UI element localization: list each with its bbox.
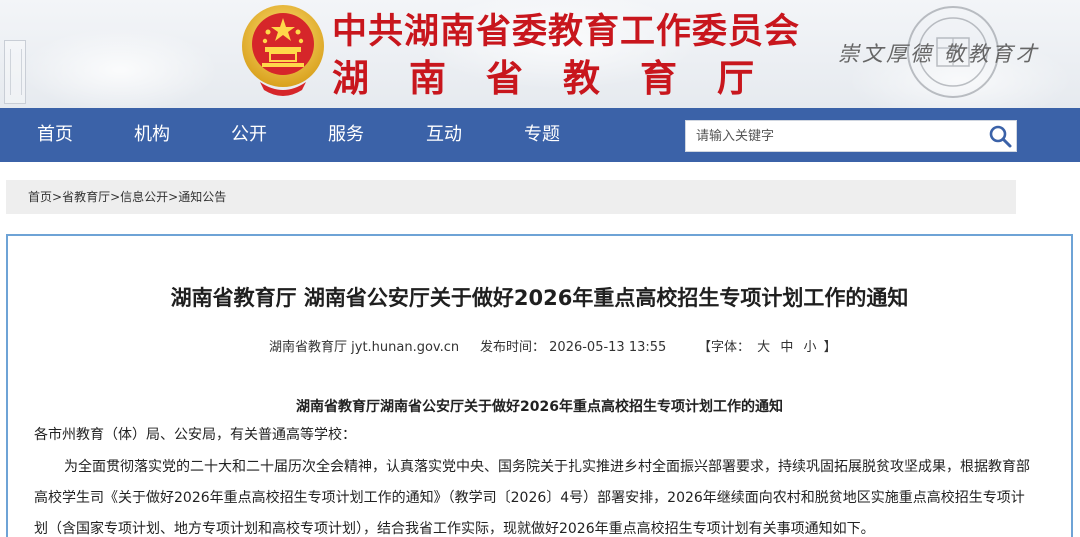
org-name-party: 中共湖南省委教育工作委员会: [332, 12, 801, 52]
salutation: 各市州教育（体）局、公安局，有关普通高等学校：: [34, 427, 356, 443]
publish-info: 发布时间： 2026-05-13 13:55: [480, 336, 666, 355]
search-input[interactable]: [686, 121, 982, 151]
breadcrumb-notices[interactable]: 通知公告: [178, 190, 226, 204]
nav-item-home[interactable]: 首页: [37, 108, 73, 162]
breadcrumb-separator: >: [168, 190, 179, 204]
publish-time: 2026-05-13 13:55: [549, 340, 667, 355]
breadcrumb-education-dept[interactable]: 省教育厅: [62, 190, 110, 204]
nav-item-organization[interactable]: 机构: [134, 108, 170, 162]
body-line: 高校学生司《关于做好2026年重点高校招生专项计划工作的通知》（教学司〔2026…: [34, 490, 1025, 506]
article-title: 湖南省教育厅 湖南省公安厅关于做好2026年重点高校招生专项计划工作的通知: [170, 286, 909, 310]
site-banner: 中共湖南省委教育工作委员会 湖南省教育厅 崇文厚德 敬教育才: [0, 0, 1080, 108]
nav-item-interaction[interactable]: 互动: [426, 108, 462, 162]
font-size-large-button[interactable]: 大: [754, 340, 773, 355]
font-size-label: 【字体：: [698, 340, 751, 355]
font-size-small-button[interactable]: 小: [800, 340, 819, 355]
search-icon[interactable]: [986, 123, 1014, 149]
nav-item-topics[interactable]: 专题: [524, 108, 560, 162]
breadcrumb-separator: >: [110, 190, 121, 204]
body-line: 为全面贯彻落实党的二十大和二十届历次全会精神，认真落实党中央、国务院关于扎实推进…: [64, 459, 1030, 475]
breadcrumb-home[interactable]: 首页: [28, 190, 52, 204]
article-source: 湖南省教育厅 jyt.hunan.gov.cn: [269, 340, 460, 355]
motto-text: 崇文厚德 敬教育才: [838, 42, 1040, 66]
left-decoration: [4, 40, 26, 104]
breadcrumb-info-disclosure[interactable]: 信息公开: [120, 190, 168, 204]
main-nav: 首页 机构 公开 服务 互动 专题: [0, 108, 1080, 162]
national-emblem-icon: [242, 5, 324, 96]
nav-item-services[interactable]: 服务: [328, 108, 364, 162]
publish-label: 发布时间：: [480, 340, 546, 355]
breadcrumb-separator: >: [52, 190, 63, 204]
org-name-department: 湖南省教育厅: [332, 57, 794, 100]
nav-item-disclosure[interactable]: 公开: [231, 108, 267, 162]
font-size-close: 】: [823, 340, 837, 355]
font-size-medium-button[interactable]: 中: [777, 340, 796, 355]
article-panel: 湖南省教育厅 湖南省公安厅关于做好2026年重点高校招生专项计划工作的通知 湖南…: [6, 234, 1073, 537]
breadcrumb: 首页>省教育厅>信息公开>通知公告: [6, 180, 1016, 214]
font-size-switcher: 【字体： 大 中 小 】: [698, 336, 837, 355]
document-heading: 湖南省教育厅湖南省公安厅关于做好2026年重点高校招生专项计划工作的通知: [296, 399, 783, 415]
search-box: [685, 120, 1017, 152]
body-line: 划（含国家专项计划、地方专项计划和高校专项计划），结合我省工作实际，现就做好20…: [34, 521, 875, 537]
